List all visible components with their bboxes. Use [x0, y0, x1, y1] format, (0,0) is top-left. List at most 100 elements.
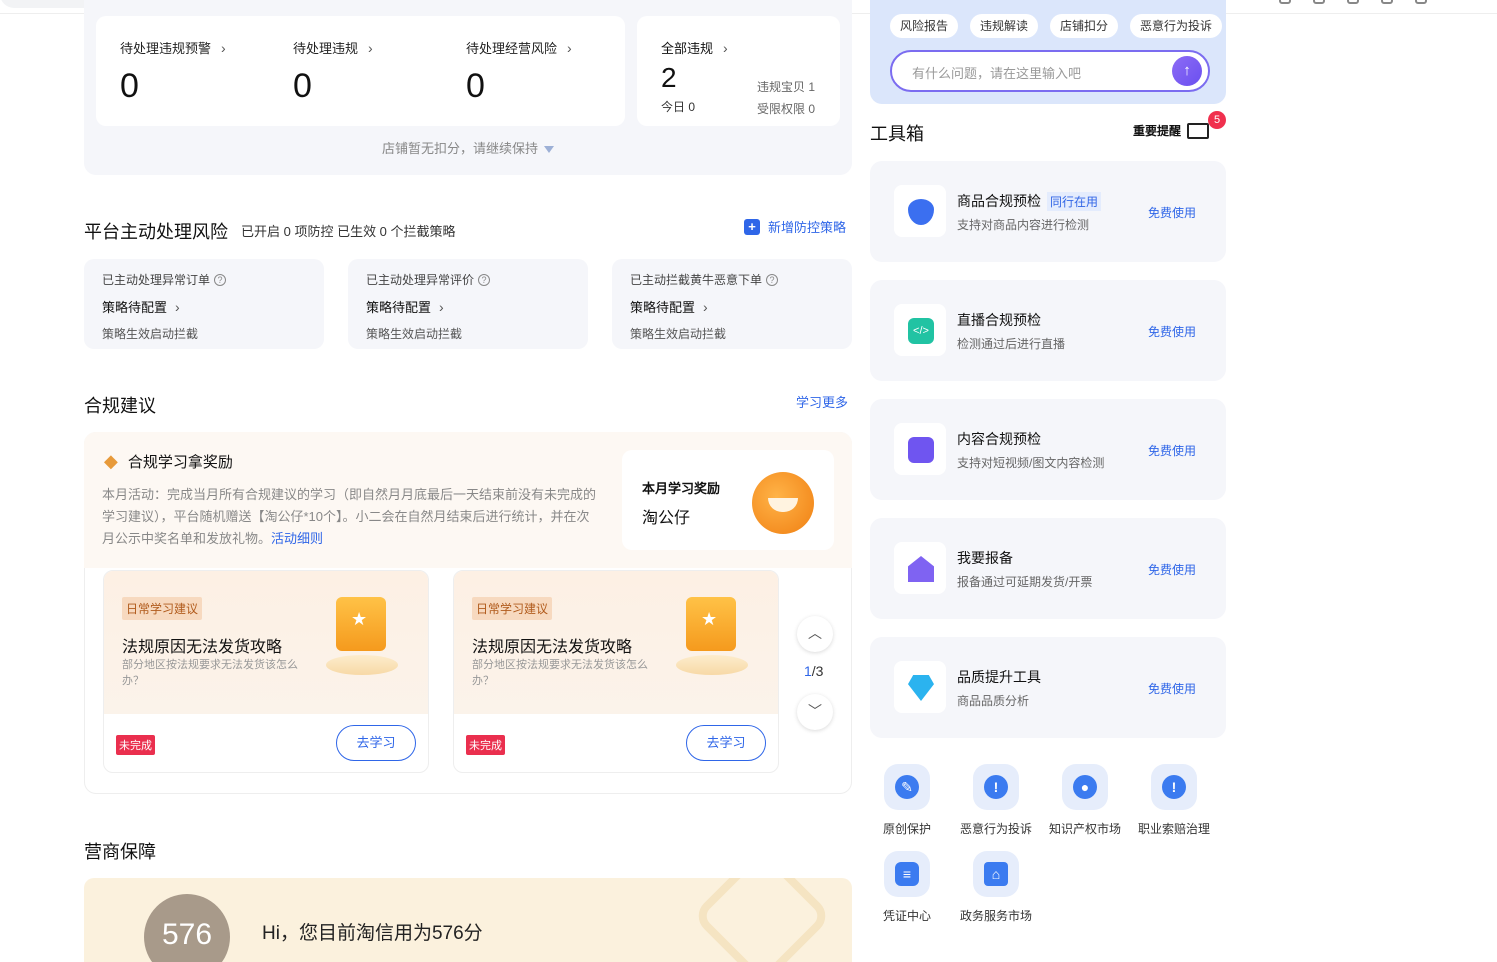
- service-original-protection[interactable]: ✎ 原创保护: [862, 764, 952, 837]
- service-malicious-complaint[interactable]: ! 恶意行为投诉: [951, 764, 1041, 837]
- toolbox-title: 工具箱: [870, 124, 924, 144]
- tool-desc: 支持对短视频/图文内容检测: [957, 456, 1105, 470]
- shield-deco-icon: [691, 878, 833, 962]
- all-violations-label: 全部违规: [661, 41, 714, 56]
- doc-icon: ≡: [884, 851, 930, 897]
- compliance-section-title: 合规建议: [84, 396, 156, 416]
- service-voucher-center[interactable]: ≡ 凭证中心: [862, 851, 952, 924]
- deduction-note[interactable]: 店铺暂无扣分，请继续保持: [84, 138, 852, 157]
- today-violations: 今日 0: [661, 100, 696, 114]
- free-use-link[interactable]: 免费使用: [1148, 442, 1196, 459]
- assistant-input-placeholder: 有什么问题，请在这里输入吧: [912, 66, 1082, 81]
- risk-section-title: 平台主动处理风险: [84, 222, 228, 242]
- tool-name: 我要报备: [957, 550, 1013, 566]
- service-label: 原创保护: [882, 822, 931, 836]
- tool-quality[interactable]: 品质提升工具 商品品质分析 免费使用: [870, 637, 1226, 738]
- chip-violation-explain[interactable]: 违规解读: [970, 14, 1039, 38]
- free-use-link[interactable]: 免费使用: [1148, 323, 1196, 340]
- violation-warning-item[interactable]: 待处理违规预警 › 0: [120, 38, 226, 106]
- pen-icon: ✎: [884, 764, 930, 810]
- risk-card-title: 已主动处理异常评价: [366, 273, 475, 287]
- chip-malicious-complaint[interactable]: 恶意行为投诉: [1130, 14, 1223, 38]
- tool-report[interactable]: 我要报备 报备通过可延期发货/开票 免费使用: [870, 518, 1226, 619]
- all-violations-card[interactable]: 全部违规 › 2 今日 0 违规宝贝 1 受限权限 0: [637, 16, 840, 126]
- service-ip-market[interactable]: ● 知识产权市场: [1040, 764, 1130, 837]
- send-arrow-icon[interactable]: ↑: [1172, 56, 1202, 86]
- risk-card-desc: 策略生效启动拦截: [366, 327, 463, 341]
- lesson-card[interactable]: 日常学习建议 法规原因无法发货攻略 部分地区按法规要求无法发货该怎么办？ 未完成…: [453, 570, 779, 773]
- free-use-link[interactable]: 免费使用: [1148, 204, 1196, 221]
- free-use-link[interactable]: 免费使用: [1148, 680, 1196, 697]
- assistant-input[interactable]: 有什么问题，请在这里输入吧 ↑: [890, 50, 1210, 92]
- risk-card-reviews[interactable]: 已主动处理异常评价? 策略待配置 › 策略生效启动拦截: [348, 259, 588, 349]
- alert-icon: !: [1151, 764, 1197, 810]
- credit-banner: 576 Hi，您目前淘信用为576分: [84, 878, 852, 962]
- activity-text: 本月活动：完成当月所有合规建议的学习（即自然月月底最后一天结束前没有未完成的学习…: [102, 484, 602, 550]
- pager-indicator: 1/3: [804, 663, 823, 679]
- service-label: 凭证中心: [882, 909, 931, 923]
- violation-pending-value: 0: [293, 67, 312, 105]
- risk-card-orders[interactable]: 已主动处理异常订单? 策略待配置 › 策略生效启动拦截: [84, 259, 324, 349]
- plus-icon: +: [744, 218, 760, 235]
- shield-search-icon: [894, 185, 946, 237]
- violation-pending-item[interactable]: 待处理违规 › 0: [293, 38, 373, 106]
- pager-up-button[interactable]: ︿: [797, 616, 833, 652]
- service-gov-market[interactable]: ⌂ 政务服务市场: [951, 851, 1041, 924]
- help-icon[interactable]: ?: [766, 273, 779, 286]
- free-use-link[interactable]: 免费使用: [1148, 561, 1196, 578]
- reminder-label: 重要提醒: [1133, 124, 1182, 138]
- code-icon: </>: [894, 304, 946, 356]
- violation-warning-label: 待处理违规预警: [120, 41, 212, 56]
- tool-live-precheck[interactable]: </> 直播合规预检 检测通过后进行直播 免费使用: [870, 280, 1226, 381]
- violation-pending-label: 待处理违规: [293, 41, 359, 56]
- diamond-icon: [894, 661, 946, 713]
- tool-desc: 商品品质分析: [957, 694, 1030, 708]
- risk-card-status: 策略待配置: [630, 300, 696, 315]
- service-label: 知识产权市场: [1048, 822, 1121, 836]
- award-name: 淘公仔: [642, 510, 691, 527]
- help-icon[interactable]: ?: [214, 273, 227, 286]
- pager-down-button[interactable]: ﹀: [797, 694, 833, 730]
- risk-card-title: 已主动拦截黄牛恶意下单: [630, 273, 763, 287]
- help-icon[interactable]: ?: [478, 273, 491, 286]
- tool-content-precheck[interactable]: 内容合规预检 支持对短视频/图文内容检测 免费使用: [870, 399, 1226, 500]
- risk-card-desc: 策略生效启动拦截: [102, 327, 199, 341]
- credit-greeting: Hi，您目前淘信用为576分: [262, 923, 483, 944]
- violation-warning-value: 0: [120, 67, 139, 105]
- tool-name: 直播合规预检: [957, 312, 1041, 328]
- go-study-button[interactable]: 去学习: [336, 725, 416, 761]
- lesson-title: 法规原因无法发货攻略: [122, 639, 283, 656]
- service-claim-governance[interactable]: ! 职业索赔治理: [1129, 764, 1219, 837]
- award-card: 本月学习奖励 淘公仔: [622, 450, 834, 550]
- chevron-right-icon: ›: [368, 39, 373, 56]
- tool-product-precheck[interactable]: 商品合规预检 同行在用 支持对商品内容进行检测 免费使用: [870, 161, 1226, 262]
- guarantee-section-title: 营商保障: [84, 842, 156, 862]
- activity-detail-link[interactable]: 活动细则: [271, 531, 323, 546]
- chip-risk-report[interactable]: 风险报告: [890, 14, 959, 38]
- risk-card-scalper[interactable]: 已主动拦截黄牛恶意下单? 策略待配置 › 策略生效启动拦截: [612, 259, 852, 349]
- risk-card-status: 策略待配置: [366, 300, 432, 315]
- chevron-right-icon: ›: [221, 39, 226, 56]
- business-risk-item[interactable]: 待处理经营风险 › 0: [466, 38, 572, 106]
- deduction-note-text: 店铺暂无扣分，请继续保持: [381, 141, 538, 156]
- activity-description: 本月活动：完成当月所有合规建议的学习（即自然月月底最后一天结束前没有未完成的学习…: [102, 487, 597, 546]
- alert-icon: !: [973, 764, 1019, 810]
- learn-more-link[interactable]: 学习更多: [796, 392, 848, 411]
- go-study-button[interactable]: 去学习: [686, 725, 766, 761]
- risk-card-title: 已主动处理异常订单: [102, 273, 211, 287]
- reward-title: 合规学习拿奖励: [127, 454, 233, 471]
- chevron-right-icon: ›: [439, 298, 444, 315]
- lesson-desc: 部分地区按法规要求无法发货该怎么办？: [472, 659, 648, 687]
- lesson-card[interactable]: 日常学习建议 法规原因无法发货攻略 部分地区按法规要求无法发货该怎么办？ 未完成…: [103, 570, 429, 773]
- bulb-icon: ●: [1062, 764, 1108, 810]
- chip-store-deduction[interactable]: 店铺扣分: [1050, 14, 1119, 38]
- lesson-desc: 部分地区按法规要求无法发货该怎么办？: [122, 659, 298, 687]
- risk-card-status: 策略待配置: [102, 300, 168, 315]
- chevron-down-icon: ﹀: [808, 703, 822, 719]
- chevron-right-icon: ›: [175, 298, 180, 315]
- restricted-permissions-count: 受限权限 0: [757, 102, 816, 116]
- book-star-icon: [686, 597, 736, 651]
- add-strategy-button[interactable]: + 新增防控策略: [744, 217, 846, 236]
- reminder-button[interactable]: 重要提醒: [1133, 122, 1210, 139]
- tool-badge: 同行在用: [1047, 191, 1102, 211]
